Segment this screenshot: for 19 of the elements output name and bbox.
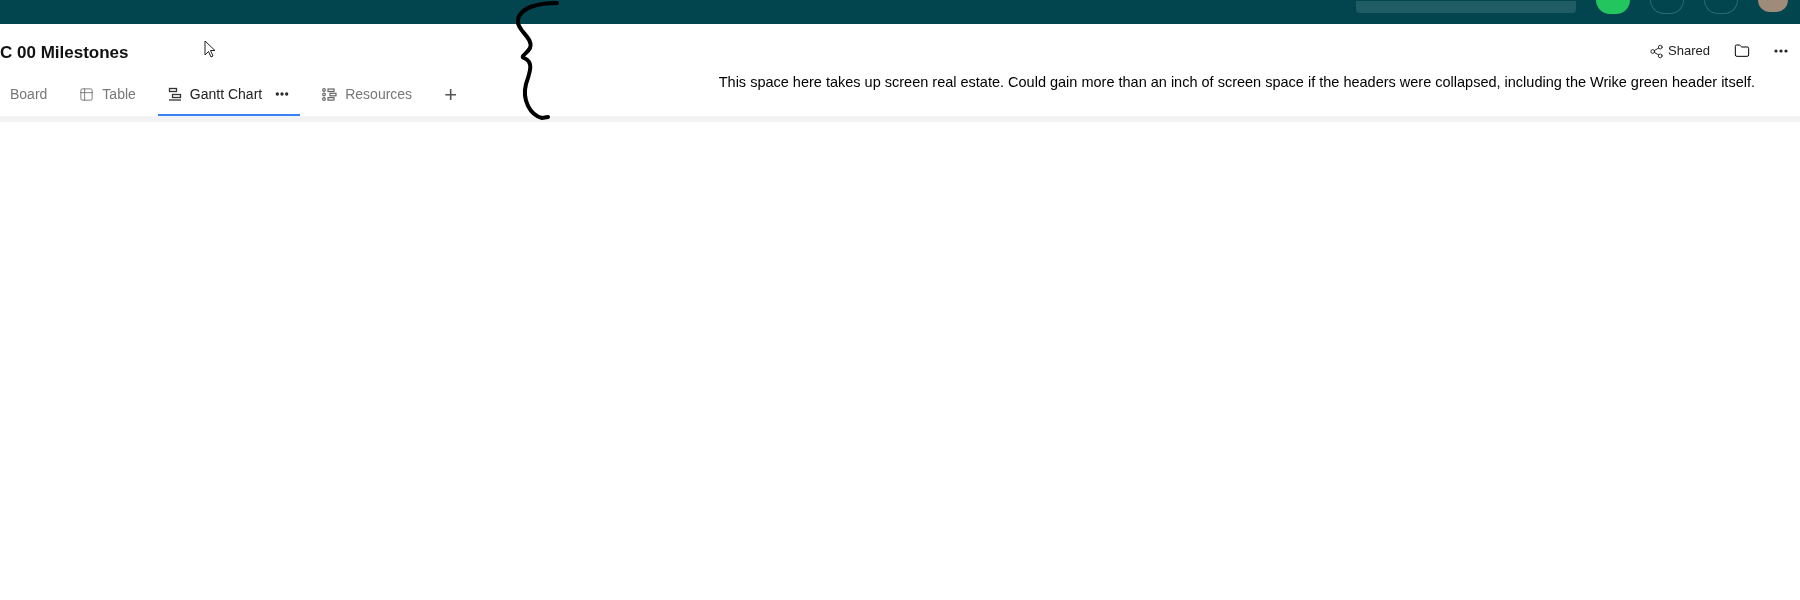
add-button[interactable] xyxy=(1596,0,1630,14)
table-icon xyxy=(79,86,95,102)
folder-button[interactable] xyxy=(1734,43,1750,59)
tab[interactable]: Board xyxy=(0,74,58,116)
search-field[interactable] xyxy=(1356,1,1576,13)
gantt-icon xyxy=(167,87,182,101)
more-button[interactable] xyxy=(1774,49,1788,53)
cursor-icon xyxy=(204,40,216,58)
tab[interactable]: Resources xyxy=(312,74,423,116)
more-icon xyxy=(1774,49,1788,53)
resources-icon xyxy=(322,87,338,101)
share-icon xyxy=(1649,43,1665,59)
tab[interactable]: Table xyxy=(69,74,146,116)
page-title: C 00 Milestones xyxy=(0,42,129,65)
annotation-text: This space here takes up screen real estate. Could gain more than an inch of screen space if the headers were collapsed, including the Wrike green header itself. xyxy=(718,73,1755,93)
folder-icon xyxy=(1734,43,1750,59)
shared-button[interactable]: Shared xyxy=(1649,41,1710,61)
avatar[interactable] xyxy=(1758,0,1788,12)
tab[interactable]: + xyxy=(434,74,467,116)
